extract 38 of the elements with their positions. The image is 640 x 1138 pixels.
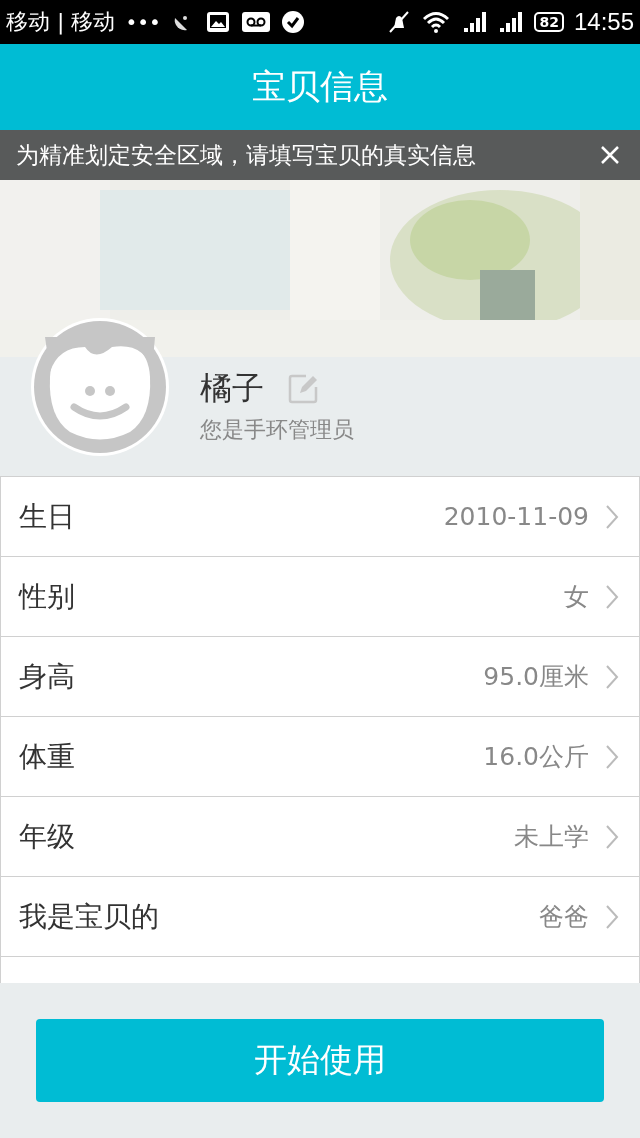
- signal-icon: [462, 10, 489, 34]
- field-label: 生日: [19, 498, 76, 535]
- role-text: 您是手环管理员: [200, 416, 354, 444]
- info-row[interactable]: 我是宝贝的 爸爸: [1, 877, 639, 957]
- notice-text: 为精准划定安全区域，请填写宝贝的真实信息: [16, 140, 477, 170]
- page-title: 宝贝信息: [252, 65, 388, 108]
- field-value: 95.0厘米: [483, 661, 589, 693]
- info-row[interactable]: 身高 95.0厘米: [1, 637, 639, 717]
- check-circle-icon: [280, 10, 305, 34]
- more-notifications: •••: [125, 10, 161, 34]
- battery-indicator: 82: [534, 12, 564, 32]
- image-icon: [204, 10, 231, 34]
- field-label: 年级: [19, 818, 76, 855]
- chevron-right-icon: [605, 503, 619, 530]
- info-row[interactable]: 生日 2010-11-09: [1, 477, 639, 557]
- chevron-right-icon: [605, 743, 619, 770]
- field-value: 爸爸: [539, 901, 589, 933]
- field-label: 我是宝贝的: [19, 898, 160, 935]
- field-value: 女: [564, 581, 589, 613]
- child-name: 橘子: [200, 368, 264, 409]
- chevron-right-icon: [605, 903, 619, 930]
- chevron-right-icon: [605, 823, 619, 850]
- field-label: 身高: [19, 658, 76, 695]
- field-value: 未上学: [514, 821, 589, 853]
- clock: 14:55: [573, 8, 634, 36]
- carrier-label: 移动 | 移动: [6, 8, 116, 37]
- field-value: 16.0公斤: [483, 741, 589, 773]
- field-label: 性别: [19, 578, 76, 615]
- field-label: 体重: [19, 738, 76, 775]
- chevron-right-icon: [605, 663, 619, 690]
- signal-icon: [498, 10, 525, 34]
- info-row[interactable]: 性别 女: [1, 557, 639, 637]
- voicemail-icon: [240, 10, 271, 34]
- chevron-right-icon: [605, 583, 619, 610]
- field-value: 2010-11-09: [443, 502, 589, 531]
- info-row[interactable]: 体重 16.0公斤: [1, 717, 639, 797]
- avatar-icon: [30, 317, 170, 457]
- info-row[interactable]: 年级 未上学: [1, 797, 639, 877]
